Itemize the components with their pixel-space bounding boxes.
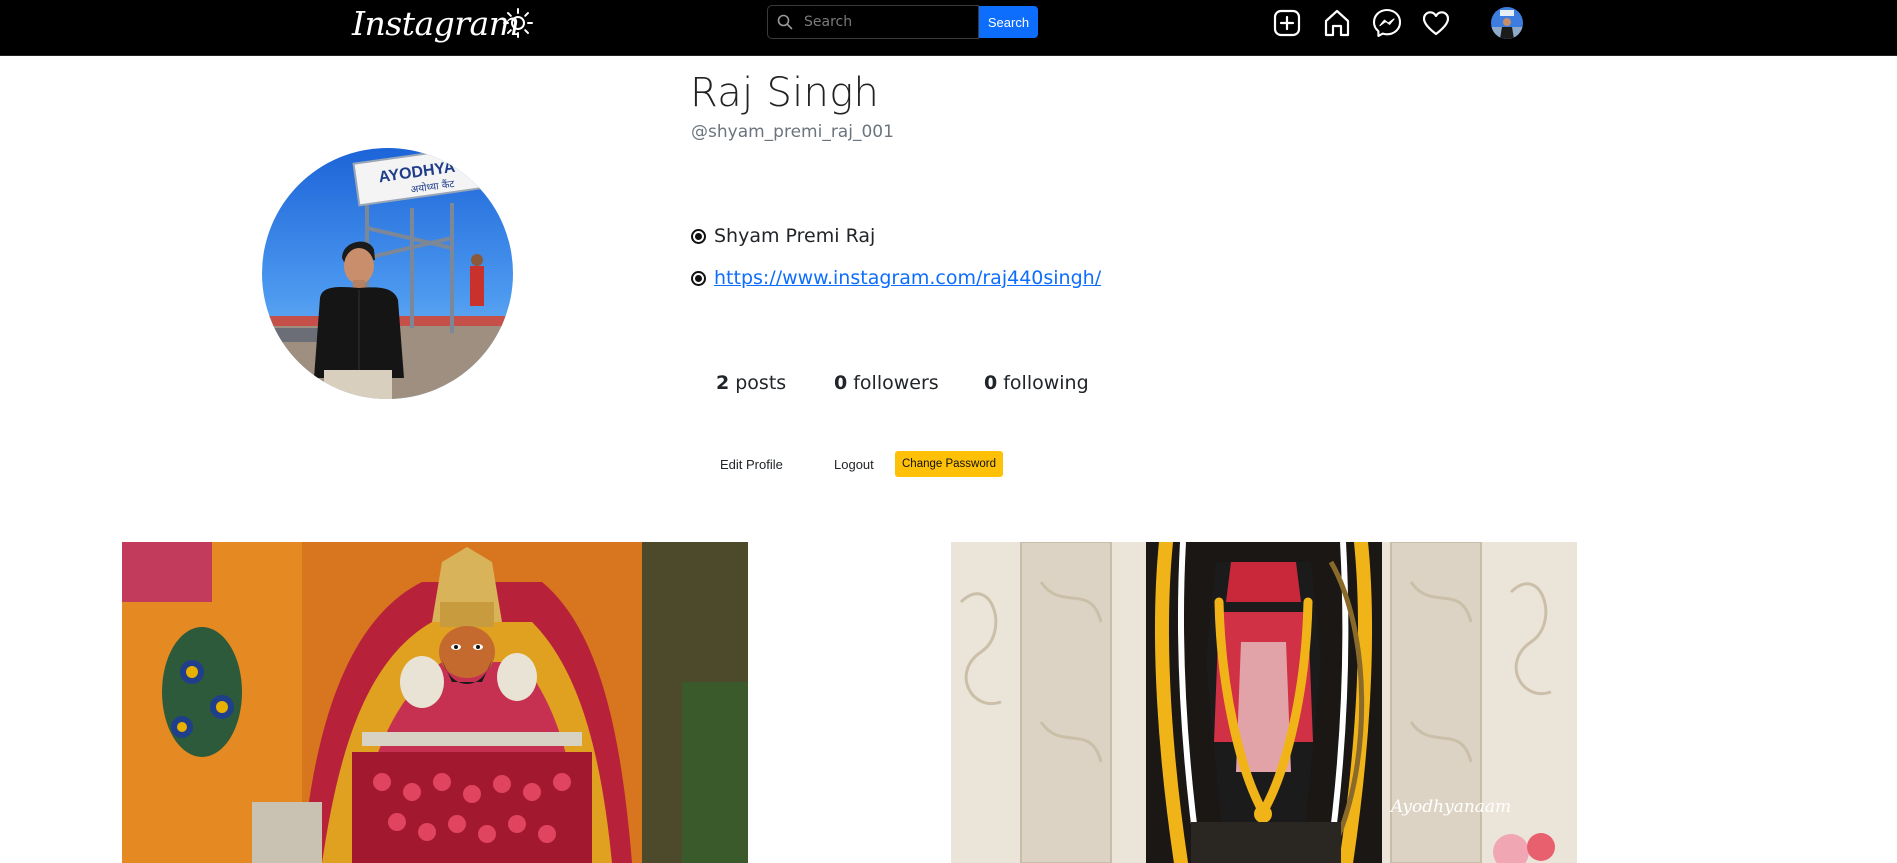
top-navbar: Instagram Search xyxy=(0,0,1897,56)
bio-link[interactable]: https://www.instagram.com/raj440singh/ xyxy=(714,267,1101,289)
posts-count: 2 xyxy=(716,372,730,394)
bio-link-row: https://www.instagram.com/raj440singh/ xyxy=(691,267,1101,289)
radio-bullet-icon xyxy=(691,270,706,286)
profile-picture[interactable]: AYODHYA CA अयोध्या कैंट xyxy=(262,148,513,399)
profile-full-name: Raj Singh xyxy=(690,70,880,116)
messenger-icon[interactable] xyxy=(1371,7,1403,39)
post-thumbnail[interactable]: Ayodhyanaam xyxy=(951,542,1577,863)
stat-posts[interactable]: 2 posts xyxy=(716,372,786,394)
instagram-logo[interactable]: Instagram xyxy=(352,2,520,46)
post-watermark: Ayodhyanaam xyxy=(1389,797,1511,817)
stat-following[interactable]: 0 following xyxy=(984,372,1089,394)
stat-followers[interactable]: 0 followers xyxy=(834,372,939,394)
nav-profile-avatar[interactable] xyxy=(1491,7,1523,39)
logout-button[interactable]: Logout xyxy=(834,451,874,477)
following-count: 0 xyxy=(984,372,998,394)
bio-name: Shyam Premi Raj xyxy=(714,225,876,247)
radio-bullet-icon xyxy=(691,228,706,244)
profile-username: @shyam_premi_raj_001 xyxy=(691,122,894,142)
search-icon xyxy=(777,14,793,30)
heart-icon[interactable] xyxy=(1420,7,1452,39)
edit-profile-button[interactable]: Edit Profile xyxy=(720,451,783,477)
home-icon[interactable] xyxy=(1321,7,1353,39)
following-label: following xyxy=(1003,372,1089,394)
post-thumbnail[interactable] xyxy=(122,542,748,863)
bio-name-row: Shyam Premi Raj xyxy=(691,225,875,247)
posts-label: posts xyxy=(735,372,787,394)
search-button[interactable]: Search xyxy=(979,6,1038,38)
create-post-icon[interactable] xyxy=(1271,7,1303,39)
followers-label: followers xyxy=(853,372,939,394)
change-password-button[interactable]: Change Password xyxy=(895,451,1003,477)
search-input[interactable] xyxy=(804,11,974,33)
search-box xyxy=(767,5,979,39)
followers-count: 0 xyxy=(834,372,848,394)
theme-toggle-sun-icon[interactable] xyxy=(502,7,534,39)
